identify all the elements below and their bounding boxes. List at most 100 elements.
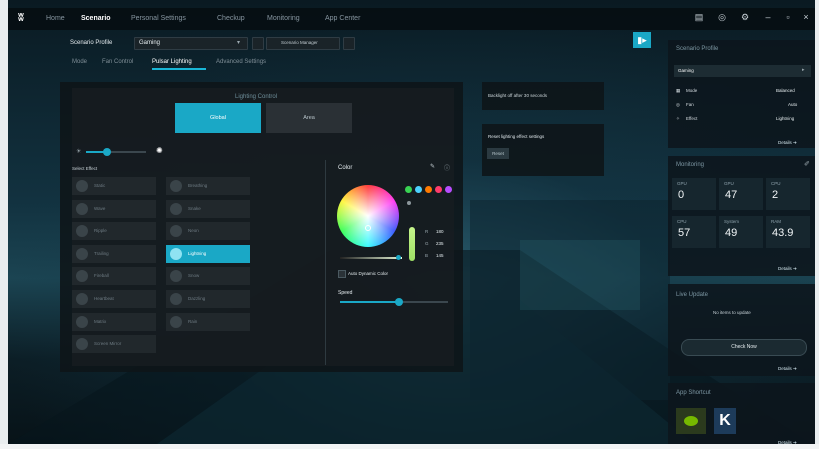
effect-heartbeat[interactable]: Heartbeat: [72, 290, 156, 308]
effect-snake[interactable]: Snake: [166, 199, 250, 218]
monitor-cell: GPU 0: [672, 178, 716, 210]
color-swatch[interactable]: [405, 186, 412, 193]
color-wheel-cursor[interactable]: [365, 225, 371, 231]
lighting-control-label: Lighting Control: [235, 94, 278, 100]
effect-wave[interactable]: Wave: [72, 199, 156, 218]
support-icon[interactable]: ◎: [716, 12, 728, 24]
b-label: B: [425, 253, 429, 258]
maximize-button[interactable]: ▫: [782, 12, 794, 24]
effect-label: Static: [94, 183, 106, 188]
color-swatch[interactable]: [435, 186, 442, 193]
collapse-panel-icon[interactable]: ▮▸: [633, 32, 651, 48]
b-value[interactable]: 145: [436, 253, 444, 258]
speed-fill: [340, 301, 400, 303]
monitor-cell-value: 49: [725, 227, 738, 239]
color-wheel[interactable]: [337, 185, 399, 247]
color-swatch[interactable]: [445, 186, 452, 193]
nvidia-app-icon[interactable]: [676, 408, 706, 434]
brightness-slider[interactable]: [86, 148, 146, 156]
effect-icon: [170, 202, 182, 215]
color-value-bar[interactable]: [340, 257, 402, 259]
live-update-details-link[interactable]: Details ➔: [778, 366, 797, 372]
scenario-details-link[interactable]: Details ➔: [778, 140, 797, 146]
segment-area[interactable]: Area: [266, 103, 352, 133]
backlight-notice-panel: Backlight off after 30 seconds: [482, 82, 604, 110]
check-now-button[interactable]: Check Now: [681, 339, 807, 356]
fan-row-value[interactable]: Auto: [788, 102, 797, 107]
monitoring-title: Monitoring: [676, 162, 705, 168]
effect-label: Ripple: [94, 228, 107, 234]
effect-icon: ✧: [676, 116, 680, 121]
effect-icon: [76, 315, 88, 328]
effect-screen-mirror[interactable]: Screen Mirror: [72, 335, 156, 354]
swatch-add-icon[interactable]: [407, 201, 411, 205]
scenario-profile-card-title: Scenario Profile: [676, 46, 719, 52]
effect-dazzling[interactable]: Dazzling: [166, 290, 250, 308]
monitoring-details-link[interactable]: Details ➔: [778, 266, 797, 272]
close-button[interactable]: ×: [800, 12, 812, 24]
nav-app-center[interactable]: App Center: [325, 15, 360, 22]
notes-icon[interactable]: ▤: [693, 12, 705, 24]
effect-icon: [170, 180, 182, 192]
color-value-knob[interactable]: [396, 255, 401, 260]
nav-personal-settings[interactable]: Personal Settings: [131, 15, 186, 22]
tab-fan-control[interactable]: Fan Control: [102, 59, 133, 65]
auto-dynamic-checkbox[interactable]: [338, 270, 346, 278]
monitor-cell-value: 47: [725, 189, 738, 201]
nav-home[interactable]: Home: [46, 15, 65, 22]
color-swatch[interactable]: [415, 186, 422, 193]
effect-label: Lightning: [188, 250, 207, 256]
nav-scenario[interactable]: Scenario: [81, 15, 111, 22]
effect-trailing[interactable]: Trailing: [72, 244, 156, 263]
effect-icon: [76, 338, 88, 351]
segment-global[interactable]: Global: [175, 103, 261, 133]
chevron-right-icon: ▸: [802, 67, 805, 73]
g-value[interactable]: 235: [436, 241, 444, 246]
color-intensity-slider[interactable]: [409, 227, 415, 261]
effect-matrix[interactable]: Matrix: [72, 312, 156, 331]
tab-advanced-settings[interactable]: Advanced Settings: [216, 59, 266, 65]
r-value[interactable]: 180: [436, 229, 444, 234]
effect-fireball[interactable]: Fireball: [72, 267, 156, 286]
effect-ripple[interactable]: Ripple: [72, 222, 156, 241]
effect-row-value[interactable]: Lightning: [776, 116, 794, 121]
effect-neon[interactable]: Neon: [166, 222, 250, 241]
tab-pulsar-lighting[interactable]: Pulsar Lighting: [152, 59, 192, 65]
frame-left: [0, 0, 8, 449]
effect-snow[interactable]: Snow: [166, 267, 250, 286]
color-info-icon[interactable]: ⓘ: [444, 163, 450, 172]
effect-icon: [76, 225, 88, 238]
killer-app-icon[interactable]: K: [714, 408, 736, 434]
effect-label: Wave: [94, 205, 106, 211]
effect-lightning[interactable]: Lightning: [166, 244, 250, 263]
brightness-knob[interactable]: [103, 148, 111, 156]
effect-icon: [170, 270, 182, 283]
minimize-button[interactable]: –: [762, 12, 774, 24]
scenario-manager-button[interactable]: Scenario Manager: [266, 37, 340, 50]
speed-slider[interactable]: [340, 298, 448, 306]
effect-breathing[interactable]: Breathing: [166, 177, 250, 195]
settings-gear-icon[interactable]: ⚙: [739, 12, 751, 24]
eyedropper-icon[interactable]: ✎: [430, 163, 435, 170]
effect-rain[interactable]: Rain: [166, 312, 250, 331]
speed-label: Speed: [338, 290, 353, 296]
export-icon[interactable]: [343, 37, 355, 50]
reset-label: Reset lighting effect settings: [488, 134, 545, 139]
tab-mode[interactable]: Mode: [72, 59, 87, 65]
profile-select[interactable]: Gaming ▸: [674, 65, 811, 77]
nav-monitoring[interactable]: Monitoring: [267, 15, 300, 22]
monitor-cell: CPU 57: [672, 216, 716, 248]
effect-label: Screen Mirror: [94, 341, 122, 347]
reset-panel: Reset lighting effect settings Reset: [482, 124, 604, 176]
wrench-icon[interactable]: ✐: [804, 160, 810, 168]
monitor-cell-label: GPU: [724, 181, 734, 186]
mode-row-value[interactable]: Balanced: [776, 88, 795, 93]
scenario-profile-select[interactable]: Gaming ▾: [134, 37, 248, 50]
info-icon[interactable]: [252, 37, 264, 50]
monitor-cell-label: System: [724, 219, 740, 224]
color-swatch[interactable]: [425, 186, 432, 193]
effect-static[interactable]: Static: [72, 177, 156, 195]
predator-logo-icon: ʬ: [18, 12, 24, 24]
nav-checkup[interactable]: Checkup: [217, 15, 245, 22]
reset-button[interactable]: Reset: [487, 148, 509, 159]
